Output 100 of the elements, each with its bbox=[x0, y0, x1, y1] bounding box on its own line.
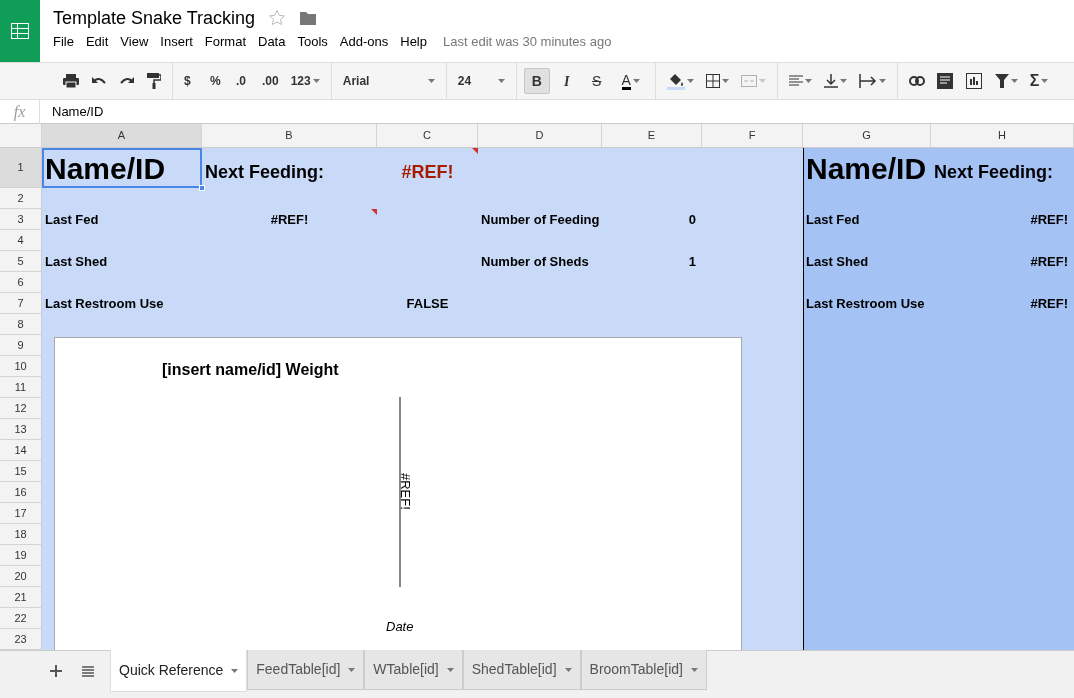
sheet-tab[interactable]: WTable[id] bbox=[364, 650, 463, 690]
row-header[interactable]: 15 bbox=[0, 461, 42, 482]
table-cell[interactable]: Name/ID bbox=[42, 148, 202, 188]
row-header[interactable]: 18 bbox=[0, 524, 42, 545]
row-header[interactable]: 20 bbox=[0, 566, 42, 587]
sheet-grid-icon bbox=[11, 23, 29, 39]
table-cell[interactable]: Number of Sheds bbox=[478, 251, 602, 272]
text-style-button[interactable]: I bbox=[553, 68, 580, 94]
font-dropdown[interactable]: Arial bbox=[338, 68, 439, 94]
text-style-button[interactable]: B bbox=[523, 68, 550, 94]
star-icon[interactable] bbox=[268, 8, 287, 27]
format-button[interactable]: .00 bbox=[258, 68, 283, 94]
column-header[interactable]: D bbox=[478, 124, 602, 148]
row-header[interactable]: 3 bbox=[0, 209, 42, 230]
table-cell[interactable]: Last Fed bbox=[803, 209, 931, 230]
caret-icon[interactable] bbox=[632, 79, 640, 83]
formula-field[interactable]: Name/ID bbox=[40, 101, 104, 122]
row-header[interactable]: 10 bbox=[0, 356, 42, 377]
table-cell[interactable]: FALSE bbox=[377, 293, 478, 314]
table-cell[interactable]: 0 bbox=[602, 209, 702, 230]
row-header[interactable]: 4 bbox=[0, 230, 42, 251]
caret-icon[interactable] bbox=[446, 667, 454, 672]
caret-icon[interactable] bbox=[721, 79, 729, 83]
column-header[interactable]: E bbox=[602, 124, 702, 148]
row-header[interactable]: 2 bbox=[0, 188, 42, 209]
caret-icon[interactable] bbox=[564, 667, 572, 672]
caret-icon[interactable] bbox=[804, 79, 812, 83]
row-header[interactable]: 9 bbox=[0, 335, 42, 356]
table-cell[interactable]: Last Restroom Use bbox=[42, 293, 202, 314]
row-header[interactable]: 8 bbox=[0, 314, 42, 335]
sheet-tab[interactable]: BroomTable[id] bbox=[580, 650, 707, 690]
row-header[interactable]: 16 bbox=[0, 482, 42, 503]
table-cell[interactable]: #REF! bbox=[931, 209, 1074, 230]
menu-item[interactable]: Data bbox=[252, 31, 292, 52]
text-style-button[interactable]: S bbox=[583, 68, 610, 94]
table-cell[interactable]: Last Shed bbox=[803, 251, 931, 272]
row-header[interactable]: 22 bbox=[0, 608, 42, 629]
caret-icon[interactable] bbox=[348, 667, 356, 672]
column-header[interactable]: F bbox=[702, 124, 803, 148]
table-cell[interactable]: Next Feeding: bbox=[931, 148, 1074, 188]
column-header[interactable]: C bbox=[377, 124, 478, 148]
row-header[interactable]: 11 bbox=[0, 377, 42, 398]
table-cell[interactable]: #REF! bbox=[377, 148, 478, 188]
row-header[interactable]: 7 bbox=[0, 293, 42, 314]
table-cell[interactable]: 1 bbox=[602, 251, 702, 272]
row-header[interactable]: 14 bbox=[0, 440, 42, 461]
menu-item[interactable]: Edit bbox=[79, 31, 115, 52]
sheet-tab[interactable]: ShedTable[id] bbox=[462, 650, 581, 690]
table-cell[interactable]: #REF! bbox=[931, 251, 1074, 272]
text-style-button[interactable]: A bbox=[613, 68, 648, 94]
table-cell[interactable]: Last Shed bbox=[42, 251, 202, 272]
caret-icon[interactable] bbox=[427, 79, 435, 83]
caret-icon[interactable] bbox=[686, 79, 694, 83]
table-cell[interactable]: Next Feeding: bbox=[202, 148, 377, 188]
app-logo[interactable] bbox=[0, 0, 40, 62]
caret-icon[interactable] bbox=[839, 79, 847, 83]
table-cell[interactable]: Number of Feeding bbox=[478, 209, 602, 230]
column-header[interactable]: H bbox=[931, 124, 1074, 148]
caret-icon[interactable] bbox=[231, 668, 239, 673]
format-button[interactable]: .0 bbox=[232, 68, 254, 94]
menu-item[interactable]: Tools bbox=[291, 31, 334, 52]
table-cell[interactable]: #REF! bbox=[202, 209, 377, 230]
menu-item[interactable]: Insert bbox=[154, 31, 199, 52]
font-size-dropdown[interactable]: 24 bbox=[453, 68, 509, 94]
menu-item[interactable]: File bbox=[47, 31, 80, 52]
row-header[interactable]: 21 bbox=[0, 587, 42, 608]
caret-icon[interactable] bbox=[312, 79, 320, 83]
caret-icon[interactable] bbox=[1010, 79, 1018, 83]
functions-button[interactable]: Σ bbox=[1025, 68, 1053, 94]
caret-icon[interactable] bbox=[1041, 79, 1049, 83]
format-button[interactable]: % bbox=[206, 68, 228, 94]
caret-icon[interactable] bbox=[690, 667, 698, 672]
row-header[interactable]: 12 bbox=[0, 398, 42, 419]
row-header[interactable]: 1 bbox=[0, 148, 42, 188]
document-title[interactable]: Template Snake Tracking bbox=[53, 6, 256, 29]
column-header[interactable]: G bbox=[803, 124, 931, 148]
table-cell[interactable]: Name/ID bbox=[803, 148, 931, 188]
row-header[interactable]: 13 bbox=[0, 419, 42, 440]
sheet-tab[interactable]: FeedTable[id] bbox=[247, 650, 365, 690]
table-cell[interactable]: Last Fed bbox=[42, 209, 202, 230]
menu-item[interactable]: Add-ons bbox=[333, 31, 395, 52]
folder-icon[interactable] bbox=[299, 9, 318, 26]
table-cell[interactable]: Last Restroom Use bbox=[803, 293, 931, 314]
caret-icon[interactable] bbox=[497, 79, 505, 83]
more-formats-button[interactable]: 123 bbox=[286, 68, 324, 94]
row-header[interactable]: 19 bbox=[0, 545, 42, 566]
format-button[interactable]: $ bbox=[180, 68, 202, 94]
row-header[interactable]: 17 bbox=[0, 503, 42, 524]
menu-item[interactable]: View bbox=[114, 31, 155, 52]
sheet-tab[interactable]: Quick Reference bbox=[110, 650, 248, 692]
row-header[interactable]: 23 bbox=[0, 629, 42, 650]
row-header[interactable]: 6 bbox=[0, 272, 42, 293]
table-cell[interactable]: #REF! bbox=[931, 293, 1074, 314]
menu-item[interactable]: Help bbox=[394, 31, 433, 52]
menu-item[interactable]: Format bbox=[198, 31, 252, 52]
caret-icon[interactable] bbox=[878, 79, 886, 83]
fill-handle[interactable] bbox=[199, 185, 205, 191]
column-header[interactable]: B bbox=[202, 124, 377, 148]
column-header[interactable]: A bbox=[42, 124, 202, 148]
row-header[interactable]: 5 bbox=[0, 251, 42, 272]
